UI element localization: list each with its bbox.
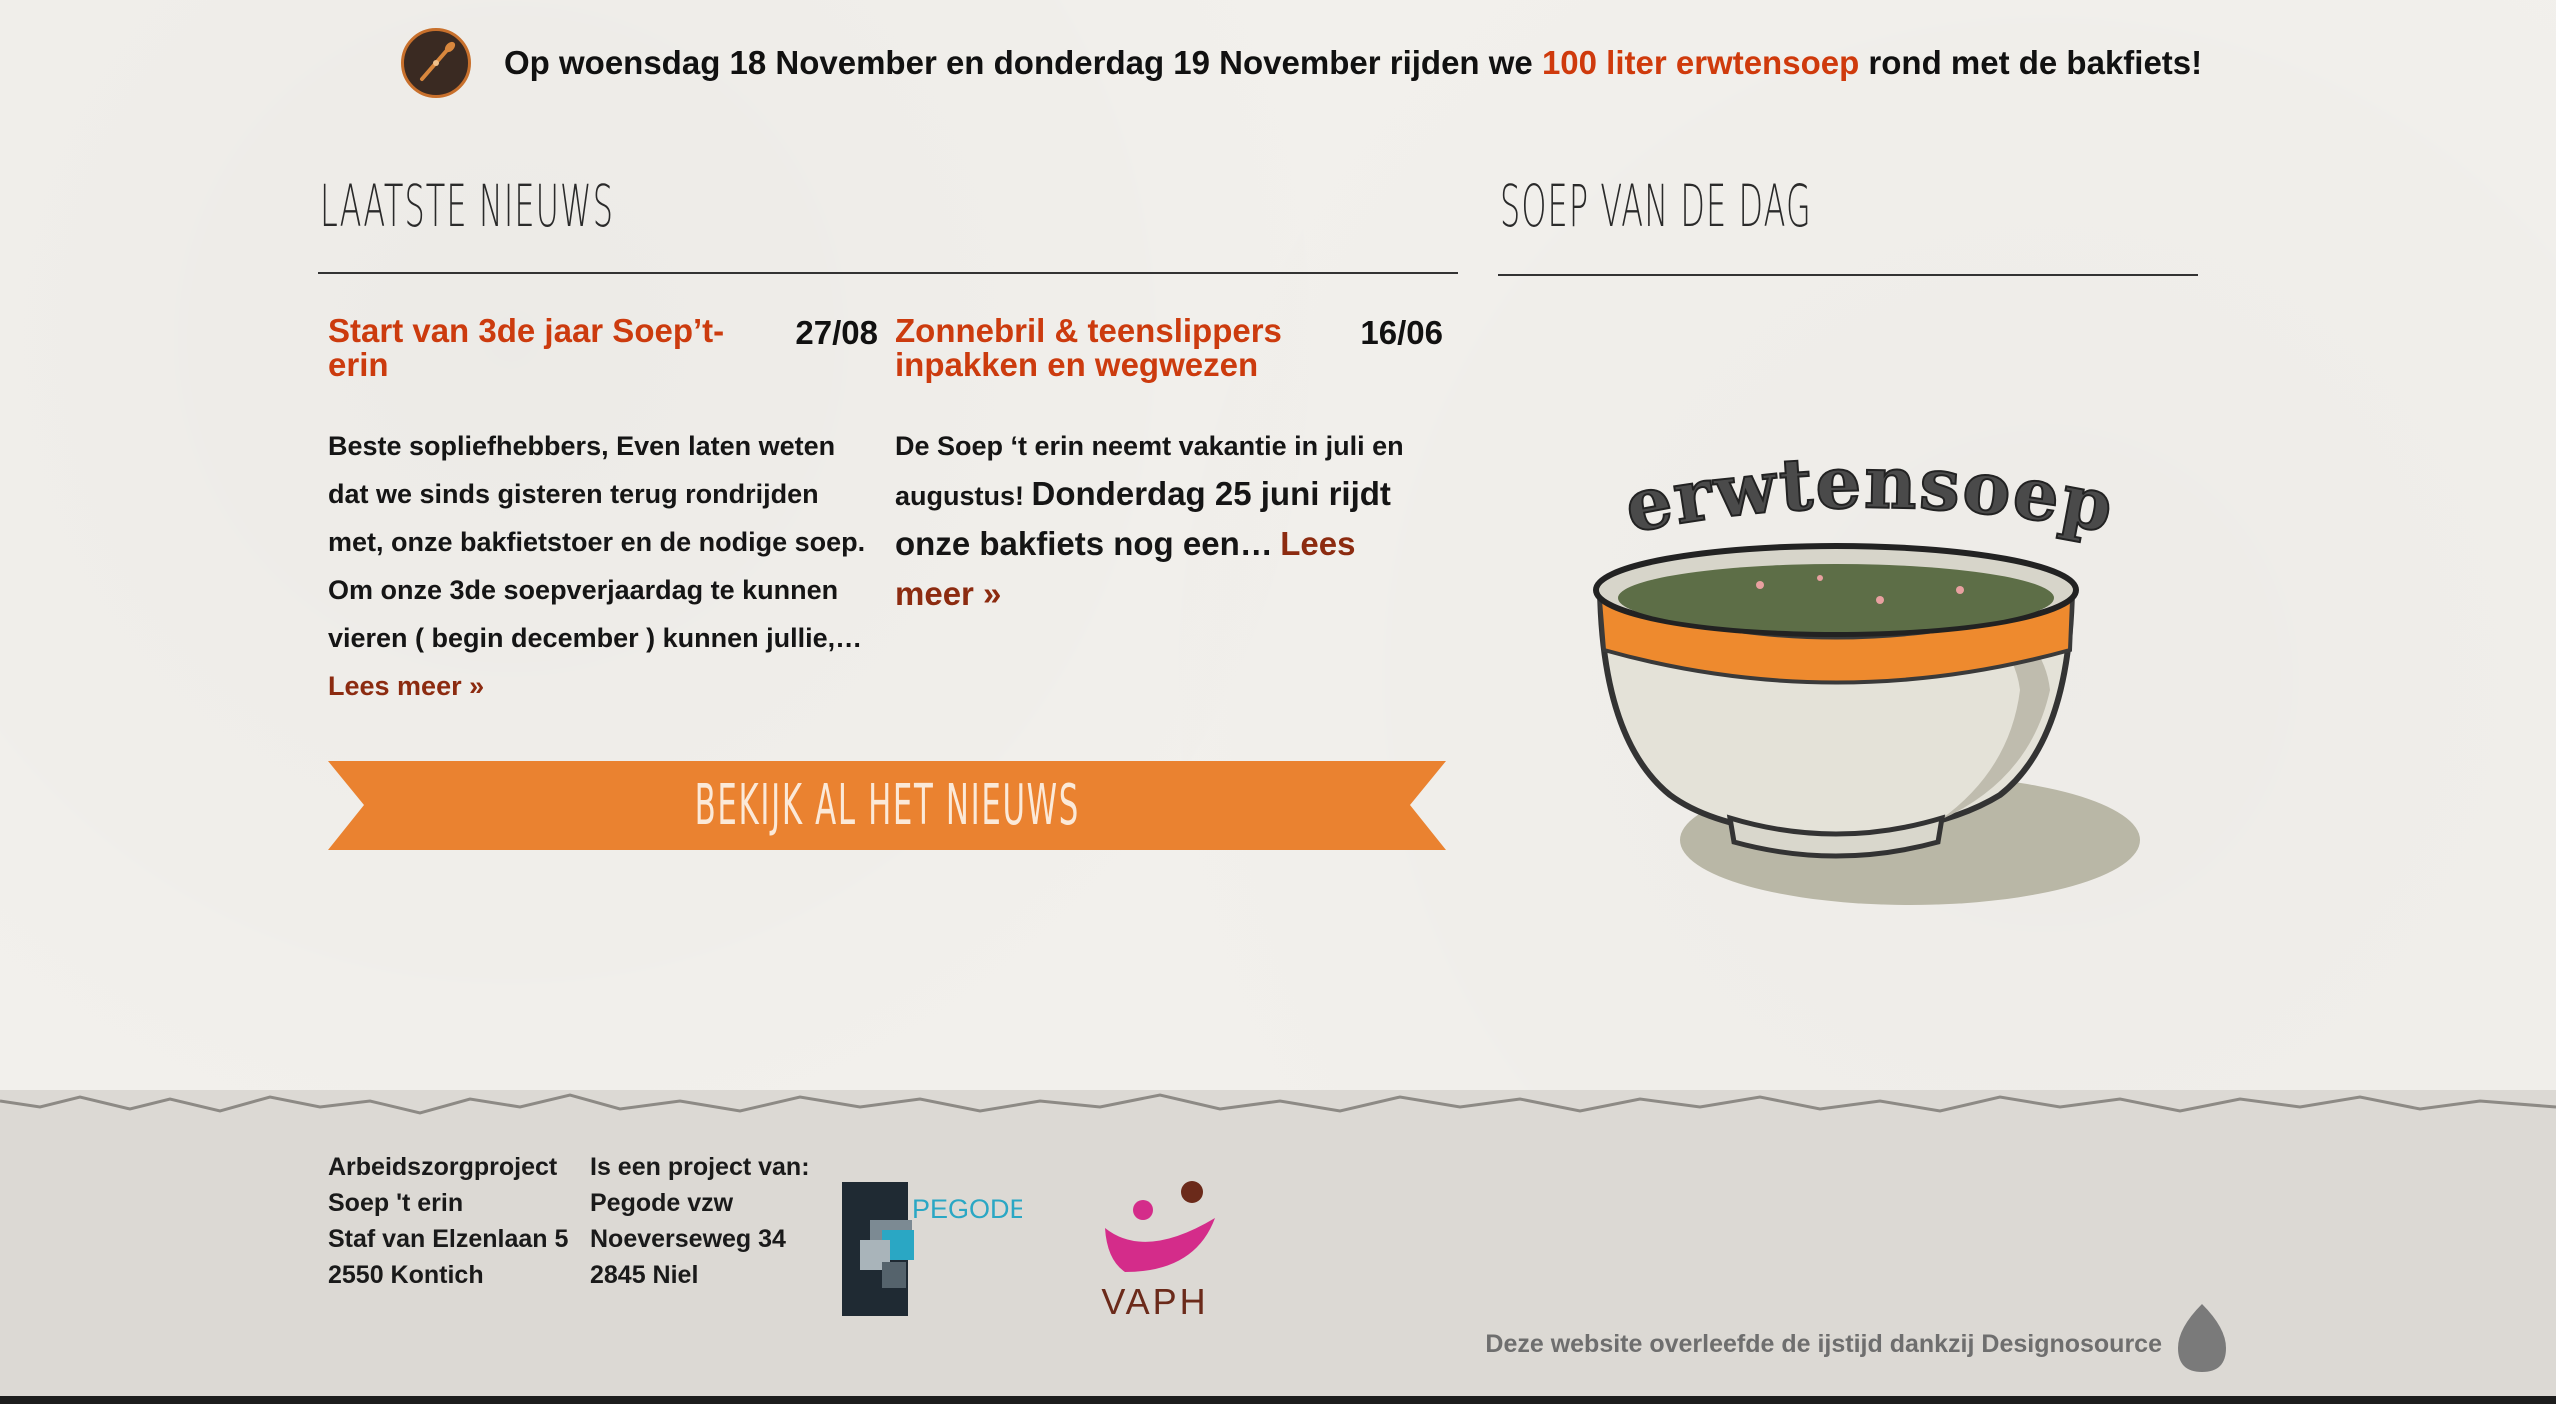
svg-text:VAPH: VAPH	[1101, 1281, 1208, 1320]
footer-address-line: Soep 't erin	[328, 1189, 464, 1217]
footer-address-line: 2550 Kontich	[328, 1261, 484, 1289]
news-item-excerpt-text: Beste sopliefhebbers, Even laten weten d…	[328, 431, 866, 653]
soup-of-the-day-image: erwtensoep	[1580, 438, 2160, 920]
soup-section-title: SOEP VAN DE DAG	[1500, 172, 1812, 240]
egg-icon	[2178, 1304, 2226, 1372]
all-news-button-label: BEKIJK AL HET NIEUWS	[694, 773, 1080, 838]
footer-address-line: Arbeidszorgproject	[328, 1153, 558, 1181]
announcement-text-before: Op woensdag 18 November en donderdag 19 …	[504, 44, 1542, 81]
vaph-logo[interactable]: VAPH	[1085, 1180, 1225, 1320]
credit-link[interactable]: Deze website overleefde de ijstijd dankz…	[1485, 1330, 2162, 1359]
news-item: Zonnebril & teenslippers inpakken en weg…	[895, 314, 1443, 620]
read-more-link[interactable]: Lees meer »	[328, 671, 484, 701]
news-item-excerpt: Beste sopliefhebbers, Even laten weten d…	[328, 422, 878, 710]
bottom-bar	[0, 1396, 2556, 1404]
news-item-title-link[interactable]: Start van 3de jaar Soep’t-erin	[328, 314, 758, 382]
news-section-divider	[318, 272, 1458, 274]
soup-name: erwtensoep	[1618, 440, 2122, 549]
svg-text:PEGODE: PEGODE	[912, 1194, 1022, 1224]
footer-project-line: Noeverseweg 34	[590, 1225, 786, 1253]
spoon-icon	[401, 28, 471, 98]
announcement-highlight: 100 liter erwtensoep	[1541, 44, 1860, 81]
announcement-text-after: rond met de bakfiets!	[1859, 44, 2203, 81]
news-item-date: 16/06	[1360, 314, 1443, 351]
announcement-bar: Op woensdag 18 November en donderdag 19 …	[401, 26, 2202, 100]
footer-project-line: Is een project van:	[590, 1153, 810, 1181]
footer-address: Arbeidszorgproject Soep 't erin Staf van…	[328, 1149, 568, 1293]
footer-project-line: Pegode vzw	[590, 1189, 734, 1217]
footer-project-of: Is een project van: Pegode vzw Noeversew…	[590, 1149, 810, 1293]
announcement-text: Op woensdag 18 November en donderdag 19 …	[504, 44, 2202, 82]
news-section-title: LAATSTE NIEUWS	[320, 172, 615, 240]
soup-section-divider	[1498, 274, 2198, 276]
news-item: Start van 3de jaar Soep’t-erin 27/08 Bes…	[328, 314, 878, 710]
torn-paper-edge	[0, 1093, 2556, 1125]
all-news-button[interactable]: BEKIJK AL HET NIEUWS	[328, 761, 1446, 850]
news-item-date: 27/08	[795, 314, 878, 351]
footer-address-line: Staf van Elzenlaan 5	[328, 1225, 569, 1253]
footer-project-line: 2845 Niel	[590, 1261, 699, 1289]
news-item-excerpt: De Soep ‘t erin neemt vakantie in juli e…	[895, 422, 1443, 620]
pegode-logo[interactable]: PEGODE	[842, 1180, 1022, 1320]
news-item-title-link[interactable]: Zonnebril & teenslippers inpakken en weg…	[895, 314, 1325, 382]
